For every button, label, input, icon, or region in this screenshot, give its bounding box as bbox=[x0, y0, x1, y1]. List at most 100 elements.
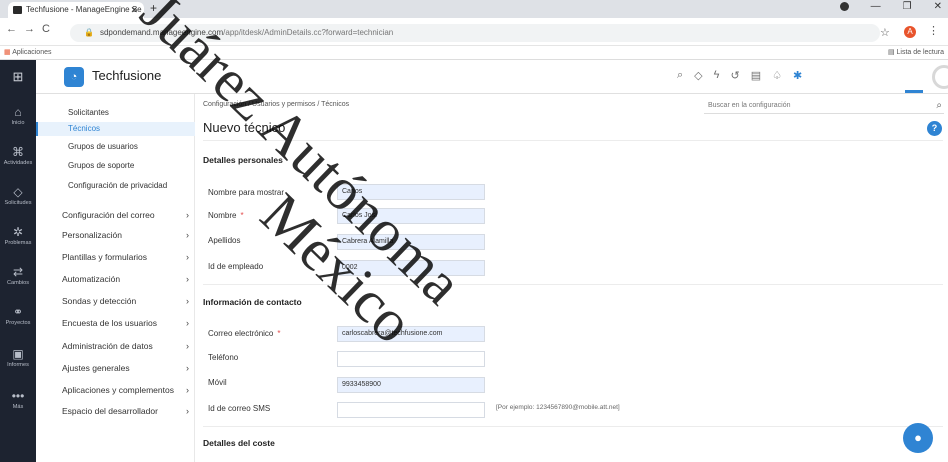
submenu-item-privacidad[interactable]: Configuración de privacidad bbox=[36, 179, 195, 193]
mobile-label: Móvil bbox=[208, 378, 227, 387]
bell-icon[interactable]: ♤ bbox=[772, 69, 782, 82]
submenu-item-grupos-soporte[interactable]: Grupos de soporte bbox=[36, 159, 195, 173]
submenu-item-desarrollador[interactable]: Espacio del desarrollador › bbox=[36, 404, 195, 418]
minimize-button[interactable]: — bbox=[871, 1, 881, 12]
submenu-item-sondas[interactable]: Sondas y detección › bbox=[36, 294, 195, 308]
nav-item-mas[interactable]: ••• Más bbox=[0, 390, 36, 411]
submenu-item-solicitantes[interactable]: Solicitantes bbox=[36, 106, 195, 120]
app-switcher-icon[interactable]: ⊞ bbox=[0, 60, 36, 94]
submenu-item-automatizacion[interactable]: Automatización › bbox=[36, 272, 195, 286]
submenu-item-ajustes[interactable]: Ajustes generales › bbox=[36, 361, 195, 375]
chevron-right-icon: › bbox=[186, 406, 189, 416]
submenu-item-tecnicos[interactable]: Técnicos bbox=[36, 122, 195, 136]
nav-item-solicitudes[interactable]: ◇ Solicitudes bbox=[0, 185, 36, 207]
employee-id-field[interactable]: 0002 bbox=[337, 260, 485, 276]
browser-tab[interactable]: Techfusione - ManageEngine Se ✕ bbox=[8, 2, 144, 18]
home-icon: ⌂ bbox=[14, 105, 22, 119]
requests-icon: ◇ bbox=[13, 185, 23, 199]
apps-grid-icon: ▦ bbox=[4, 49, 11, 56]
settings-submenu: Solicitantes Técnicos Grupos de usuarios… bbox=[36, 94, 195, 462]
gear-icon[interactable]: ✱ bbox=[793, 69, 802, 82]
history-icon[interactable]: ↺ bbox=[730, 69, 739, 82]
left-nav: ⌂ Inicio ⌘ Actividades ◇ Solicitudes ✲ Probl… bbox=[0, 94, 36, 462]
mobile-field[interactable]: 9933458900 bbox=[337, 377, 485, 393]
chevron-right-icon: › bbox=[186, 210, 189, 220]
divider bbox=[203, 284, 943, 285]
breadcrumb: Configuración / Usuarios y permisos / Té… bbox=[203, 101, 350, 108]
required-mark: * bbox=[240, 211, 244, 220]
last-name-label: Apellidos bbox=[208, 236, 241, 245]
changes-icon: ⇄ bbox=[12, 265, 24, 279]
search-placeholder: Buscar en la configuración bbox=[708, 102, 791, 109]
submenu-item-encuesta[interactable]: Encuesta de los usuarios › bbox=[36, 316, 195, 330]
lightning-icon[interactable]: ϟ bbox=[714, 69, 720, 82]
bookmark-star-icon[interactable]: ☆ bbox=[880, 26, 890, 39]
activities-icon: ⌘ bbox=[12, 145, 24, 159]
brand-logo-icon: ◔ bbox=[64, 67, 84, 87]
nav-item-informes[interactable]: ▣ Informes bbox=[0, 347, 36, 369]
close-window-button[interactable]: ✕ bbox=[934, 1, 942, 12]
active-indicator bbox=[905, 90, 923, 93]
address-bar[interactable]: 🔒 sdpondemand.manageengine.com/app/itdesk… bbox=[70, 24, 880, 42]
submenu-item-aplicaciones[interactable]: Aplicaciones y complementos › bbox=[36, 383, 195, 397]
first-name-field[interactable]: Carlos Josí bbox=[337, 208, 485, 224]
first-name-label: Nombre * bbox=[208, 211, 244, 220]
notes-icon[interactable]: ▤ bbox=[751, 69, 761, 82]
back-button[interactable]: ← bbox=[6, 23, 17, 35]
forward-button[interactable]: → bbox=[24, 23, 35, 35]
brand-name: Techfusione bbox=[92, 68, 162, 83]
projects-icon: ⚭ bbox=[12, 305, 24, 319]
display-name-field[interactable]: Carlos bbox=[337, 184, 485, 200]
nav-item-proyectos[interactable]: ⚭ Proyectos bbox=[0, 305, 36, 327]
window-controls: — ❐ ✕ bbox=[839, 1, 942, 12]
section-cost-details: Detalles del coste bbox=[203, 438, 275, 448]
url-path: /app/itdesk/AdminDetails.cc?forward=tech… bbox=[223, 28, 394, 37]
help-icon[interactable]: ? bbox=[927, 121, 942, 136]
bookmarks-bar: ▦ Aplicaciones ▤ Lista de lectura bbox=[0, 46, 948, 60]
last-name-field[interactable]: Cabrera Alamilla bbox=[337, 234, 485, 250]
sms-id-field[interactable] bbox=[337, 402, 485, 418]
record-icon[interactable] bbox=[839, 2, 849, 11]
sms-hint: [Por ejemplo: 1234567890@mobile.att.net] bbox=[496, 404, 620, 411]
url-host: sdpondemand.manageengine.com bbox=[99, 28, 224, 37]
search-icon[interactable]: ⌕ bbox=[936, 98, 942, 114]
submenu-item-personalizacion[interactable]: Personalización › bbox=[36, 228, 195, 242]
quick-create-icon[interactable]: ◇ bbox=[694, 69, 702, 82]
email-label: Correo electrónico * bbox=[208, 329, 281, 338]
divider bbox=[203, 140, 943, 141]
chevron-right-icon: › bbox=[186, 296, 189, 306]
chevron-right-icon: › bbox=[186, 363, 189, 373]
chevron-right-icon: › bbox=[186, 252, 189, 262]
employee-id-label: Id de empleado bbox=[208, 262, 264, 271]
new-tab-button[interactable]: + bbox=[150, 1, 157, 15]
phone-field[interactable] bbox=[337, 351, 485, 367]
reading-list-button[interactable]: ▤ Lista de lectura bbox=[888, 46, 944, 60]
nav-item-inicio[interactable]: ⌂ Inicio bbox=[0, 105, 36, 127]
phone-label: Teléfono bbox=[208, 353, 239, 362]
submenu-item-plantillas[interactable]: Plantillas y formularios › bbox=[36, 250, 195, 264]
nav-item-problemas[interactable]: ✲ Problemas bbox=[0, 226, 36, 247]
submenu-item-administracion[interactable]: Administración de datos › bbox=[36, 339, 195, 353]
page-title: Nuevo técnico bbox=[203, 120, 286, 135]
reports-icon: ▣ bbox=[12, 347, 24, 361]
search-icon[interactable]: ⌕ bbox=[677, 69, 683, 82]
close-tab-icon[interactable]: ✕ bbox=[130, 2, 138, 18]
settings-search-input[interactable]: Buscar en la configuración ⌕ bbox=[704, 98, 944, 114]
browser-menu-icon[interactable]: ⋮ bbox=[928, 24, 939, 37]
chevron-right-icon: › bbox=[186, 318, 189, 328]
nav-item-cambios[interactable]: ⇄ Cambios bbox=[0, 265, 36, 287]
chat-icon[interactable]: ● bbox=[903, 423, 933, 453]
email-field[interactable]: carloscabrera@techfusione.com bbox=[337, 326, 485, 342]
reload-button[interactable]: C bbox=[42, 23, 50, 35]
maximize-button[interactable]: ❐ bbox=[903, 1, 912, 12]
display-name-label: Nombre para mostrar bbox=[208, 188, 285, 197]
submenu-item-grupos-usuarios[interactable]: Grupos de usuarios bbox=[36, 140, 195, 154]
divider bbox=[203, 426, 943, 427]
apps-bookmark[interactable]: ▦ Aplicaciones bbox=[4, 46, 52, 60]
chevron-right-icon: › bbox=[186, 385, 189, 395]
extension-icon[interactable]: A bbox=[904, 26, 916, 38]
nav-item-actividades[interactable]: ⌘ Actividades bbox=[0, 145, 36, 167]
submenu-item-correo[interactable]: Configuración del correo › bbox=[36, 208, 195, 222]
chevron-right-icon: › bbox=[186, 341, 189, 351]
section-personal-details: Detalles personales bbox=[203, 155, 283, 165]
